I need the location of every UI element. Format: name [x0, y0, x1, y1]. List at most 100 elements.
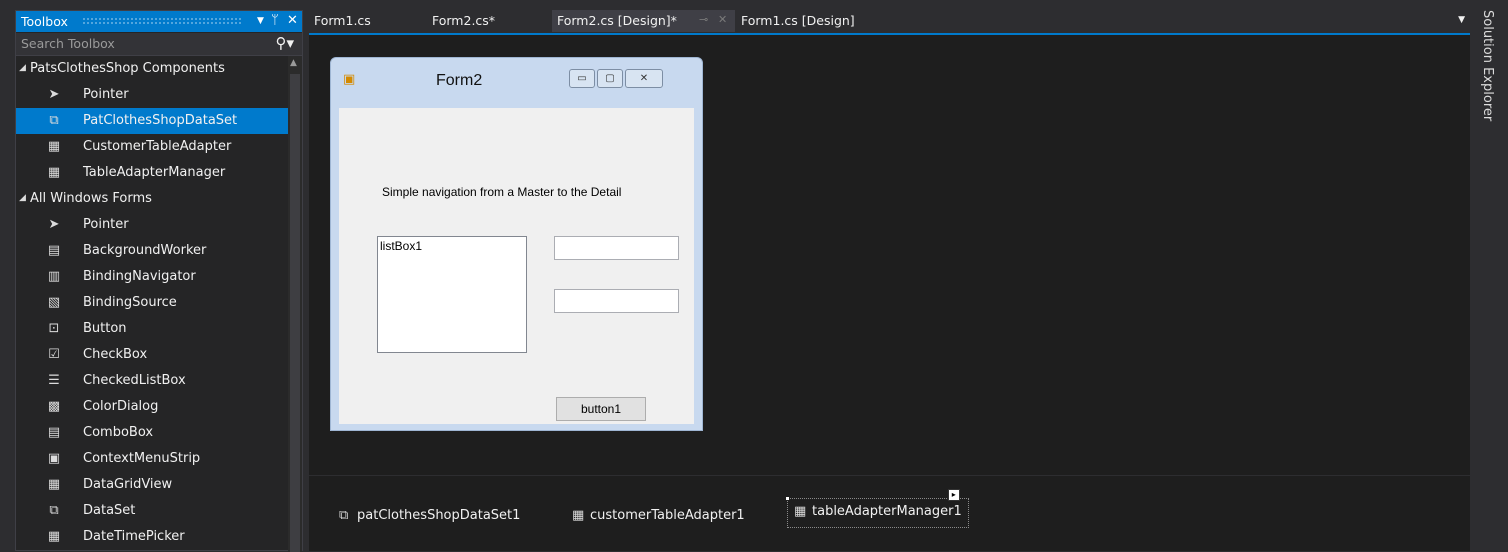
table-adapter-icon: ▦ — [572, 508, 585, 523]
binding-navigator-icon: ▥ — [47, 269, 61, 284]
toolbox-category[interactable]: ◢ All Windows Forms — [16, 186, 288, 212]
toolbox-item[interactable]: ▣ ContextMenuStrip — [16, 446, 288, 472]
toolbox-item-label: PatClothesShopDataSet — [83, 113, 238, 128]
toolbox-item[interactable]: ▧ BindingSource — [16, 290, 288, 316]
tab-label: Form1.cs [Design] — [741, 13, 855, 28]
label1[interactable]: Simple navigation from a Master to the D… — [382, 185, 621, 199]
binding-source-icon: ▧ — [47, 295, 61, 310]
color-dialog-icon: ▩ — [47, 399, 61, 414]
dropdown-arrow-icon[interactable]: ▼ — [257, 16, 264, 26]
toolbox-item[interactable]: ➤ Pointer — [16, 212, 288, 238]
toolbox-item[interactable]: ▥ BindingNavigator — [16, 264, 288, 290]
solution-explorer-tab[interactable]: Solution Explorer — [1480, 10, 1495, 121]
table-adapter-icon: ▦ — [47, 139, 61, 154]
toolbox-item-label: BackgroundWorker — [83, 243, 207, 258]
dataset-component-icon: ⧉ — [339, 508, 349, 523]
table-adapter-manager-icon: ▦ — [794, 504, 807, 519]
search-icon[interactable]: ⚲▾ — [275, 34, 294, 52]
tab-label: Form1.cs — [314, 13, 371, 28]
solution-explorer-rail: Solution Explorer — [1470, 0, 1508, 551]
tray-item-table-adapter-manager[interactable]: ▸ ▦ tableAdapterManager1 — [786, 489, 969, 528]
close-icon[interactable]: ✕ — [718, 13, 727, 26]
toolbox-item[interactable]: ▦ DataGridView — [16, 472, 288, 498]
toolbox-item[interactable]: ▦ CustomerTableAdapter — [16, 134, 288, 160]
toolbox-panel: Toolbox ▼ ᛘ ✕ Search Toolbox ⚲▾ ◢ PatsClo… — [15, 10, 303, 552]
toolbox-item[interactable]: ⧉ PatClothesShopDataSet — [16, 108, 288, 134]
toolbox-item-label: CheckBox — [83, 347, 148, 362]
listbox1-text: listBox1 — [380, 239, 423, 253]
form-title: Form2 — [436, 72, 483, 89]
dataset-icon: ⧉ — [49, 503, 59, 518]
scroll-up-icon[interactable]: ▲ — [290, 58, 297, 68]
expanded-arrow-icon[interactable]: ◢ — [19, 193, 26, 203]
toolbox-title-bar[interactable]: Toolbox ▼ ᛘ ✕ — [16, 11, 302, 32]
visual-studio-window: Toolbox ▼ ᛘ ✕ Search Toolbox ⚲▾ ◢ PatsClo… — [0, 0, 1508, 552]
tray-item-label: customerTableAdapter1 — [590, 508, 745, 523]
toolbox-item[interactable]: ▦ TableAdapterManager — [16, 160, 288, 186]
toolbox-item[interactable]: ▤ BackgroundWorker — [16, 238, 288, 264]
form-title-bar[interactable]: ▣ Form2 ▭ ▢ ✕ — [331, 58, 702, 106]
toolbox-item[interactable]: ➤ Pointer — [16, 82, 288, 108]
tab-label: Form2.cs* — [432, 13, 496, 28]
data-grid-view-icon: ▦ — [47, 477, 61, 492]
toolbox-item-label: BindingSource — [83, 295, 177, 310]
textbox1[interactable] — [554, 236, 679, 260]
toolbox-item[interactable]: ▩ ColorDialog — [16, 394, 288, 420]
close-icon[interactable]: ✕ — [287, 13, 298, 28]
toolbox-item-label: DataGridView — [83, 477, 173, 492]
date-time-picker-icon: ▦ — [47, 529, 61, 544]
tray-item-label: patClothesShopDataSet1 — [357, 508, 521, 523]
tab-overflow-dropdown-icon[interactable]: ▼ — [1458, 15, 1465, 25]
toolbox-search-input[interactable]: Search Toolbox — [21, 36, 115, 51]
toolbox-item[interactable]: ⊡ Button — [16, 316, 288, 342]
tab-form2-cs[interactable]: Form2.cs* — [427, 10, 547, 32]
toolbox-item-label: ColorDialog — [83, 399, 159, 414]
scrollbar-thumb[interactable] — [290, 74, 300, 552]
tab-form1-cs[interactable]: Form1.cs — [309, 10, 417, 32]
table-adapter-manager-icon: ▦ — [47, 165, 61, 180]
context-menu-strip-icon: ▣ — [47, 451, 61, 466]
listbox1[interactable]: listBox1 — [377, 236, 527, 353]
form2-window[interactable]: ▣ Form2 ▭ ▢ ✕ Simple navigation from a M… — [330, 57, 703, 431]
tab-form2-design[interactable]: Form2.cs [Design]* ⊸ ✕ — [552, 10, 735, 32]
toolbox-item[interactable]: ▤ ComboBox — [16, 420, 288, 446]
pin-icon[interactable]: ᛘ — [271, 13, 279, 28]
toolbox-item[interactable]: ⧉ DataSet — [16, 498, 288, 524]
toolbox-item-label: Pointer — [83, 217, 129, 232]
form-client-area[interactable]: Simple navigation from a Master to the D… — [339, 108, 694, 424]
button-control-icon: ⊡ — [48, 321, 60, 336]
left-dock-strip — [0, 0, 15, 551]
pointer-icon: ➤ — [48, 87, 60, 102]
close-icon[interactable]: ✕ — [625, 69, 663, 88]
textbox2[interactable] — [554, 289, 679, 313]
toolbox-item-label: ContextMenuStrip — [83, 451, 201, 466]
tray-item-label: tableAdapterManager1 — [812, 504, 962, 519]
toolbox-item[interactable]: ▦ DateTimePicker — [16, 524, 288, 550]
toolbox-item-list: ◢ PatsClothesShop Components ➤ Pointer ⧉ PatC… — [16, 56, 288, 550]
toolbox-scrollbar[interactable]: ▲ — [288, 56, 302, 552]
background-worker-icon: ▤ — [47, 243, 61, 258]
toolbox-item-label: BindingNavigator — [83, 269, 196, 284]
tab-form1-design[interactable]: Form1.cs [Design] — [736, 10, 886, 32]
toolbox-item-label: Pointer — [83, 87, 129, 102]
tray-item-customer-table-adapter[interactable]: ▦ customerTableAdapter1 — [572, 508, 745, 523]
expanded-arrow-icon[interactable]: ◢ — [19, 63, 26, 73]
component-tray: ⧉ patClothesShopDataSet1 ▦ customerTableAd… — [309, 476, 1470, 551]
pin-icon[interactable]: ⊸ — [699, 13, 708, 26]
toolbox-item-label: Button — [83, 321, 127, 336]
toolbox-item-label: All Windows Forms — [30, 191, 152, 206]
button1[interactable]: button1 — [556, 397, 646, 421]
toolbox-drag-grip[interactable] — [82, 17, 242, 25]
tray-item-dataset[interactable]: ⧉ patClothesShopDataSet1 — [339, 508, 520, 523]
toolbox-item[interactable]: ☑ CheckBox — [16, 342, 288, 368]
toolbox-item-label: ComboBox — [83, 425, 154, 440]
toolbox-search[interactable]: Search Toolbox ⚲▾ — [16, 33, 302, 56]
maximize-icon[interactable]: ▢ — [597, 69, 623, 88]
toolbox-item[interactable]: ☰ CheckedListBox — [16, 368, 288, 394]
toolbox-category[interactable]: ◢ PatsClothesShop Components — [16, 56, 288, 82]
minimize-icon[interactable]: ▭ — [569, 69, 595, 88]
smart-tag-icon[interactable]: ▸ — [947, 489, 960, 501]
toolbox-item-label: DateTimePicker — [83, 529, 185, 544]
toolbox-item-label: DataSet — [83, 503, 136, 518]
selection-handle[interactable] — [786, 497, 789, 500]
